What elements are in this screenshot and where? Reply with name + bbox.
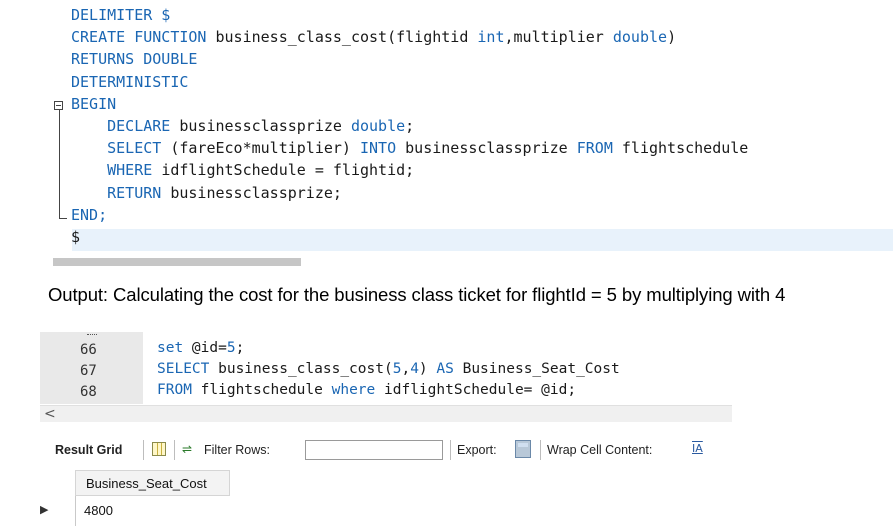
code-token: DELIMITER $ xyxy=(71,6,171,24)
code-line[interactable]: DETERMINISTIC xyxy=(71,73,188,92)
code-line[interactable]: DELIMITER $ xyxy=(71,6,170,25)
code-token: business_class_cost(flightid xyxy=(215,28,478,47)
result-grid-tab[interactable]: Result Grid xyxy=(55,443,122,457)
code-token: CREATE FUNCTION xyxy=(71,28,216,47)
code-line[interactable]: RETURNS DOUBLE xyxy=(71,50,197,69)
query-editor-horizontal-scrollbar[interactable]: < xyxy=(40,405,732,422)
code-token: ) xyxy=(418,361,437,377)
grid-view-icon[interactable] xyxy=(152,442,166,456)
code-line[interactable]: RETURN businessclassprize; xyxy=(71,184,342,203)
code-token: double xyxy=(612,28,668,47)
row-selector[interactable]: ▶ xyxy=(40,499,75,521)
code-line[interactable]: SELECT business_class_cost(5,4) AS Busin… xyxy=(157,361,620,377)
code-token: ; xyxy=(405,117,415,135)
code-token: ) xyxy=(667,28,677,47)
current-line-highlight xyxy=(72,229,893,251)
toolbar-divider xyxy=(174,440,175,460)
chevron-left-icon[interactable]: < xyxy=(44,406,56,422)
code-token: RETURNS DOUBLE xyxy=(71,50,198,69)
code-line[interactable]: DECLARE businessclassprize double; xyxy=(71,117,414,136)
fold-toggle-icon[interactable] xyxy=(54,101,63,110)
filter-arrows-icon: ⇌ xyxy=(182,442,193,456)
code-token: ,multiplier xyxy=(504,28,613,47)
code-token: @id= xyxy=(191,340,227,356)
code-token: BEGIN xyxy=(71,94,117,113)
code-token: $ xyxy=(71,228,81,246)
result-grid: Business_Seat_Cost ▶ 4800 xyxy=(40,470,280,526)
line-number-gutter: 66 67 68 xyxy=(40,332,143,404)
row-indicator-divider xyxy=(75,496,76,526)
code-token: businessclassprize xyxy=(405,139,577,158)
code-token: ; xyxy=(235,340,245,356)
code-token: DETERMINISTIC xyxy=(71,72,189,91)
code-token: , xyxy=(401,361,411,377)
wrap-cell-label: Wrap Cell Content: xyxy=(547,443,653,457)
line-number: 68 xyxy=(80,384,97,400)
column-header[interactable]: Business_Seat_Cost xyxy=(75,470,230,496)
code-token: FROM xyxy=(157,382,201,398)
code-token: flightschedule xyxy=(621,139,749,158)
code-token: FROM xyxy=(576,139,622,158)
editor-horizontal-scrollbar[interactable] xyxy=(53,258,301,266)
code-token: flightschedule xyxy=(200,382,332,398)
code-token: WHERE xyxy=(71,161,162,180)
code-token: set xyxy=(157,340,192,356)
code-line[interactable]: WHERE idflightSchedule = flightid; xyxy=(71,161,414,180)
fold-guide xyxy=(59,108,60,219)
filter-rows-label: Filter Rows: xyxy=(204,443,270,457)
code-line[interactable]: SELECT (fareEco*multiplier) INTO busines… xyxy=(71,139,748,158)
code-token: businessclassprize xyxy=(179,117,351,135)
code-token: double xyxy=(350,117,406,135)
code-token: INTO xyxy=(360,139,406,158)
truncated-line-number xyxy=(87,326,97,335)
code-token: SELECT xyxy=(71,139,171,158)
code-token: businessclassprize; xyxy=(170,183,342,202)
column-header-label: Business_Seat_Cost xyxy=(86,476,207,491)
code-line[interactable]: FROM flightschedule where idflightSchedu… xyxy=(157,382,576,398)
function-editor[interactable]: DELIMITER $ CREATE FUNCTION business_clas… xyxy=(40,0,893,262)
code-token: int xyxy=(477,28,505,47)
code-line[interactable]: CREATE FUNCTION business_class_cost(flig… xyxy=(71,28,676,47)
export-label: Export: xyxy=(457,443,497,457)
code-token: AS xyxy=(436,361,463,377)
code-token: DECLARE xyxy=(71,117,180,135)
code-line[interactable]: $ xyxy=(71,228,80,247)
code-token: 4 xyxy=(410,361,419,377)
code-token: idflightSchedule = flightid; xyxy=(161,161,415,180)
wrap-cell-icon[interactable]: IA xyxy=(692,442,703,455)
code-token: END; xyxy=(71,205,108,224)
code-token: RETURN xyxy=(71,183,171,202)
line-number: 66 xyxy=(80,342,97,358)
code-line[interactable]: BEGIN xyxy=(71,95,116,114)
toolbar-divider xyxy=(450,440,451,460)
code-line[interactable]: set @id=5; xyxy=(157,340,244,356)
table-cell[interactable]: 4800 xyxy=(84,503,113,518)
export-icon[interactable] xyxy=(515,440,531,458)
toolbar-divider xyxy=(143,440,144,460)
code-token: SELECT xyxy=(157,361,219,377)
code-token: business_class_cost( xyxy=(218,361,393,377)
current-row-arrow-icon: ▶ xyxy=(40,503,49,516)
line-number: 67 xyxy=(80,363,97,379)
query-editor[interactable]: 66 67 68 set @id=5; SELECT business_class… xyxy=(40,332,740,404)
code-token: Business_Seat_Cost xyxy=(462,361,620,377)
output-caption: Output: Calculating the cost for the bus… xyxy=(48,284,786,305)
code-token: idflightSchedule= @id; xyxy=(384,382,577,398)
code-token: 5 xyxy=(226,340,236,356)
toolbar-divider xyxy=(540,440,541,460)
filter-rows-input[interactable] xyxy=(305,440,443,460)
code-line[interactable]: END; xyxy=(71,206,107,225)
code-token: (fareEco*multiplier) xyxy=(170,139,360,158)
result-toolbar: Result Grid ⇌ Filter Rows: Export: Wrap … xyxy=(40,431,740,469)
fold-guide-end xyxy=(59,218,67,219)
code-token: where xyxy=(331,382,384,398)
